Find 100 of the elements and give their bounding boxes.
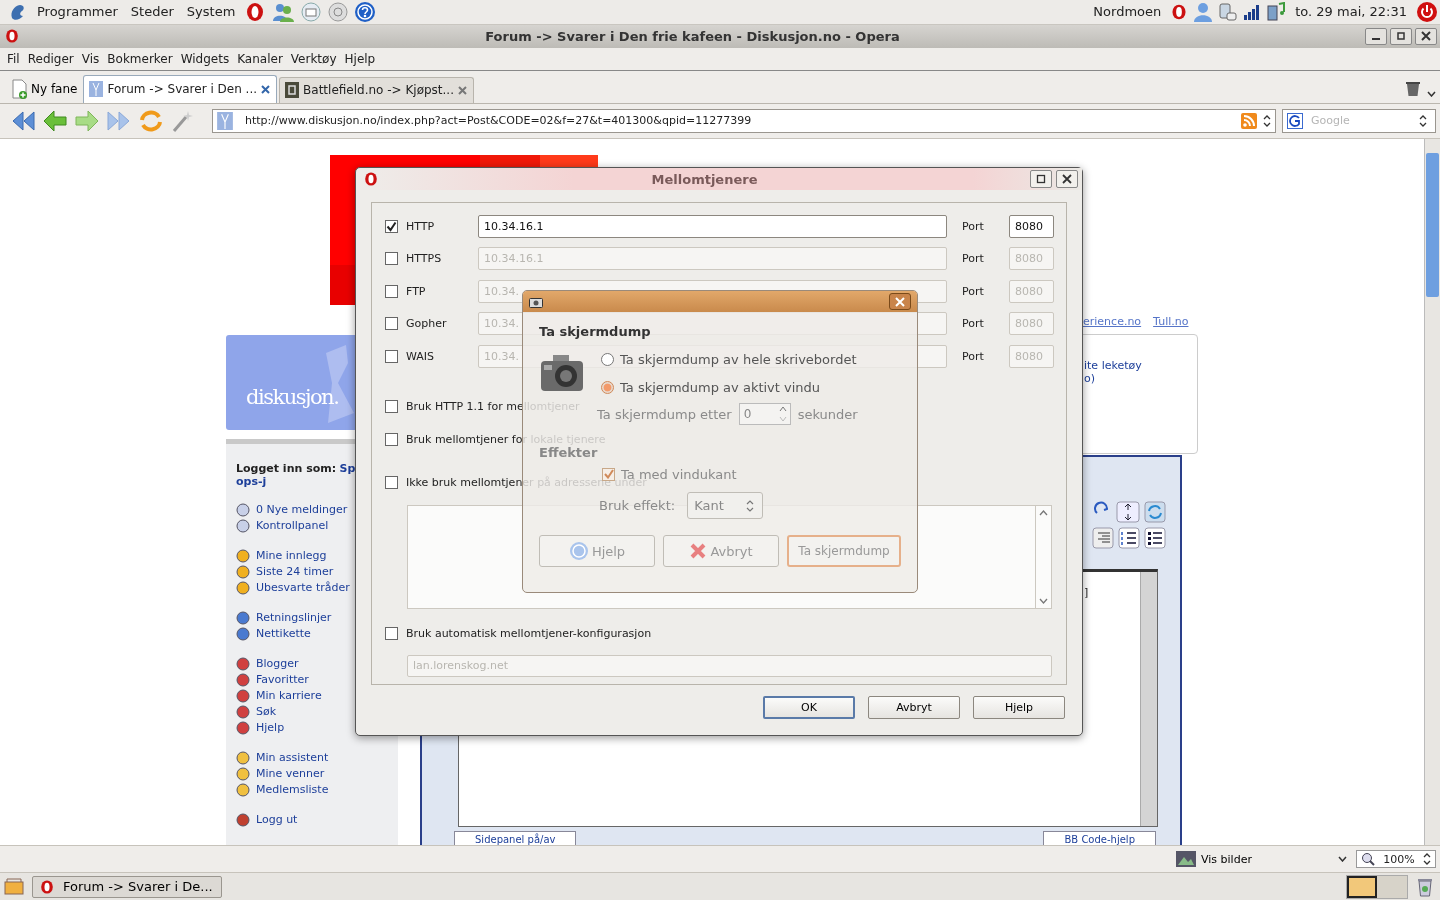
checkbox[interactable] xyxy=(385,400,398,413)
menu-item[interactable]: Vis xyxy=(77,51,104,66)
close-icon[interactable] xyxy=(261,84,271,94)
checkbox-label: FTP xyxy=(406,284,426,298)
browser-tab[interactable]: Battlefield.no -> Kjøpst... xyxy=(279,76,474,103)
maximize-button[interactable] xyxy=(1030,170,1052,188)
menu-item[interactable]: Verktøy xyxy=(286,51,341,66)
menu-item[interactable]: Rediger xyxy=(23,51,78,66)
menu-item[interactable]: Widgets xyxy=(176,51,234,66)
menu-item[interactable]: Kanaler xyxy=(233,51,287,66)
clock[interactable]: to. 29 mai, 22:31 xyxy=(1291,4,1411,20)
close-button[interactable] xyxy=(889,293,911,310)
menu-item[interactable]: Hjelp xyxy=(340,51,380,66)
link-icon xyxy=(236,704,250,719)
sidebar-link[interactable]: Min assistent xyxy=(256,751,329,765)
menu-item[interactable]: Bokmerker xyxy=(103,51,177,66)
rewind-icon[interactable] xyxy=(10,108,36,133)
username-link[interactable]: ops-j xyxy=(236,474,267,488)
close-icon[interactable] xyxy=(458,85,467,95)
music-player-icon[interactable] xyxy=(1266,1,1287,22)
maximize-button[interactable] xyxy=(1390,27,1412,45)
address-field[interactable]: http://www.diskusjon.no/index.php?act=Post&CODE=02&f=27&t=401300&qpid=11277399 xyxy=(212,108,1276,133)
site-link[interactable]: Tull.no xyxy=(1153,314,1189,328)
checkbox[interactable] xyxy=(385,317,398,331)
site-link[interactable]: erience.no xyxy=(1083,314,1142,328)
desktop-icon[interactable] xyxy=(4,877,24,896)
dialog-button[interactable]: OK xyxy=(763,696,855,719)
sidebar-link[interactable]: Favoritter xyxy=(256,673,309,687)
close-button[interactable] xyxy=(1056,170,1078,188)
panel-menu[interactable]: Programmer xyxy=(33,4,122,20)
scrollbar[interactable] xyxy=(1140,571,1157,826)
logo-text: diskusjon. xyxy=(246,384,339,409)
sidepanel-button[interactable]: Sidepanel på/av xyxy=(454,830,577,846)
radio-button[interactable] xyxy=(601,352,614,366)
taskbar-window-button[interactable]: Forum -> Svarer i De... xyxy=(32,875,222,898)
checkbox[interactable] xyxy=(385,627,398,640)
sidebar-link[interactable]: Min karriere xyxy=(256,689,322,703)
sidebar-link[interactable]: Mine venner xyxy=(256,767,325,781)
host-field[interactable]: 10.34.16.1 xyxy=(478,214,947,238)
power-icon[interactable] xyxy=(1416,0,1438,23)
port-field[interactable]: 8080 xyxy=(1009,214,1054,238)
link-icon xyxy=(236,626,250,641)
checkbox[interactable] xyxy=(385,476,398,489)
sidebar-link[interactable]: Medlemsliste xyxy=(256,783,329,797)
signal-icon[interactable] xyxy=(1243,2,1262,21)
checkbox[interactable] xyxy=(385,433,398,446)
username-link[interactable]: Sp xyxy=(339,461,356,475)
radio-button[interactable] xyxy=(601,380,614,394)
menu-item[interactable]: Fil xyxy=(3,51,24,66)
sidebar-link[interactable]: Siste 24 timer xyxy=(256,565,334,579)
browser-tab[interactable]: Forum -> Svarer i Den ... xyxy=(83,74,278,103)
opera-icon xyxy=(363,171,379,187)
search-bar[interactable]: Google xyxy=(1282,108,1436,133)
scroll-up-icon[interactable] xyxy=(1039,509,1048,516)
bbcode-help-button[interactable]: BB Code-hjelp xyxy=(1043,830,1156,846)
caret-icon[interactable] xyxy=(1427,90,1436,97)
zoom-field[interactable]: 100% xyxy=(1356,850,1436,869)
trash-icon[interactable] xyxy=(1416,876,1434,897)
panel-menu[interactable]: Steder xyxy=(126,4,178,20)
sidebar-link[interactable]: 0 Nye meldinger xyxy=(256,503,348,517)
logged-in-label: Logget inn som: xyxy=(236,461,337,475)
link-icon xyxy=(236,564,250,579)
sidebar-link[interactable]: Logg ut xyxy=(256,813,298,827)
spinner-arrows-icon[interactable] xyxy=(1423,852,1431,867)
sidebar-link[interactable]: Retningslinjer xyxy=(256,611,332,625)
checkbox[interactable] xyxy=(385,219,398,233)
spinner-arrows-icon[interactable] xyxy=(1263,113,1271,128)
link-icon xyxy=(236,750,250,765)
scroll-down-icon[interactable] xyxy=(1039,597,1048,604)
sidebar-link[interactable]: Søk xyxy=(256,705,277,719)
section-heading: Ta skjermdump xyxy=(539,324,652,339)
page-scrollbar[interactable] xyxy=(1424,138,1440,846)
help-icon[interactable] xyxy=(354,0,377,23)
sidebar-link[interactable]: Mine innlegg xyxy=(256,549,327,563)
minimize-button[interactable] xyxy=(1365,27,1387,45)
panel-menu[interactable]: System xyxy=(182,4,240,20)
images-dropdown[interactable]: Vis bilder xyxy=(1201,848,1351,871)
trash-icon[interactable] xyxy=(1405,80,1421,97)
dialog-button[interactable]: Avbryt xyxy=(868,696,960,719)
back-icon[interactable] xyxy=(42,108,68,133)
link-icon xyxy=(236,548,250,563)
sidebar-link[interactable]: Ubesvarte tråder xyxy=(256,581,350,595)
checkbox[interactable] xyxy=(385,284,398,298)
checkbox-label: HTTPS xyxy=(406,252,442,266)
dialog-button[interactable]: Hjelp xyxy=(973,696,1065,719)
checkbox[interactable] xyxy=(385,349,398,363)
numbered-list-icon[interactable] xyxy=(1118,526,1140,549)
close-button[interactable] xyxy=(1415,27,1437,45)
workspace-switcher[interactable] xyxy=(1346,874,1408,899)
new-tab-button[interactable]: Ny fane xyxy=(10,74,82,103)
checkbox-label: Bruk automatisk mellomtjener-konfigurasjon xyxy=(406,627,652,640)
sidebar-link[interactable]: Kontrollpanel xyxy=(256,519,329,533)
sidebar-link[interactable]: Hjelp xyxy=(256,721,285,735)
resize-icon[interactable] xyxy=(1116,500,1140,523)
sidebar-link[interactable]: Nettikette xyxy=(256,627,311,641)
bullet-list-icon[interactable] xyxy=(1144,526,1166,549)
link-icon xyxy=(236,720,250,735)
spinner-arrows-icon[interactable] xyxy=(1419,113,1427,128)
sidebar-link[interactable]: Blogger xyxy=(256,657,299,671)
checkbox[interactable] xyxy=(385,252,398,266)
